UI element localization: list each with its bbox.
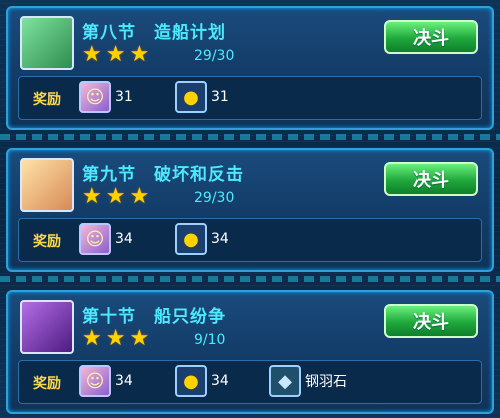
gem-icon: ◆	[269, 365, 301, 397]
star-rating: ★ ★ ★	[82, 186, 149, 208]
progress-count: 29/30	[194, 190, 235, 206]
reward-label: 奖励	[33, 376, 61, 392]
reward-item[interactable]: ● 34	[175, 223, 229, 255]
reward-count: 34	[115, 231, 133, 247]
coin-icon: ●	[175, 223, 207, 255]
progress-count: 9/10	[194, 332, 226, 348]
reward-item[interactable]: ☺ 34	[79, 365, 133, 397]
coin-icon: ●	[175, 365, 207, 397]
reward-count: 34	[115, 373, 133, 389]
duel-button[interactable]: 决斗	[384, 162, 478, 196]
star-icon: ★	[129, 326, 150, 351]
boss-avatar	[20, 158, 74, 212]
star-rating: ★ ★ ★	[82, 44, 149, 66]
reward-item[interactable]: ◆ 钢羽石	[269, 365, 347, 397]
chapter-card: 第十节 船只纷争 ★ ★ ★ 9/10 决斗 奖励 ☺ 34 ● 34 ◆ 钢羽…	[6, 290, 494, 414]
progress-count: 29/30	[194, 48, 235, 64]
star-icon: ★	[129, 42, 150, 67]
reward-label: 奖励	[33, 92, 61, 108]
duel-button[interactable]: 决斗	[384, 20, 478, 54]
character-card-icon: ☺	[79, 223, 111, 255]
reward-label: 奖励	[33, 234, 61, 250]
boss-avatar	[20, 16, 74, 70]
reward-bar: 奖励 ☺ 34 ● 34 ◆ 钢羽石	[18, 360, 482, 404]
chapter-title: 第九节 破坏和反击	[82, 165, 244, 185]
star-icon: ★	[129, 184, 150, 209]
boss-avatar	[20, 300, 74, 354]
star-icon: ★	[82, 184, 102, 209]
star-icon: ★	[82, 326, 102, 351]
reward-item[interactable]: ☺ 31	[79, 81, 133, 113]
star-icon: ★	[82, 42, 102, 67]
chapter-card: 第九节 破坏和反击 ★ ★ ★ 29/30 决斗 奖励 ☺ 34 ● 34	[6, 148, 494, 272]
reward-item[interactable]: ☺ 34	[79, 223, 133, 255]
reward-count: 31	[211, 89, 229, 105]
reward-count: 34	[211, 373, 229, 389]
reward-item[interactable]: ● 31	[175, 81, 229, 113]
divider	[0, 134, 500, 140]
star-icon: ★	[105, 184, 126, 209]
star-icon: ★	[105, 326, 126, 351]
character-card-icon: ☺	[79, 81, 111, 113]
star-icon: ★	[105, 42, 126, 67]
star-rating: ★ ★ ★	[82, 328, 149, 350]
duel-button[interactable]: 决斗	[384, 304, 478, 338]
reward-name: 钢羽石	[305, 374, 347, 390]
chapter-title: 第八节 造船计划	[82, 23, 226, 43]
chapter-title: 第十节 船只纷争	[82, 307, 226, 327]
reward-bar: 奖励 ☺ 34 ● 34	[18, 218, 482, 262]
reward-item[interactable]: ● 34	[175, 365, 229, 397]
chapter-card: 第八节 造船计划 ★ ★ ★ 29/30 决斗 奖励 ☺ 31 ● 31	[6, 6, 494, 130]
reward-count: 31	[115, 89, 133, 105]
character-card-icon: ☺	[79, 365, 111, 397]
reward-bar: 奖励 ☺ 31 ● 31	[18, 76, 482, 120]
reward-count: 34	[211, 231, 229, 247]
coin-icon: ●	[175, 81, 207, 113]
divider	[0, 276, 500, 282]
